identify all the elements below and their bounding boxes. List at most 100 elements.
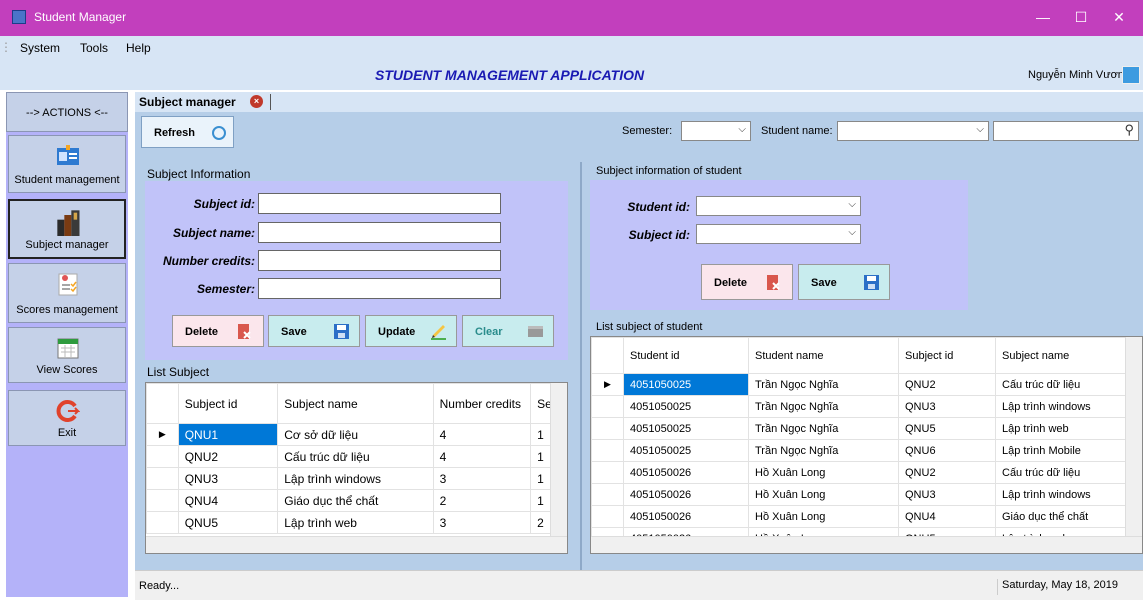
save-subject-button[interactable]: Save — [268, 315, 360, 347]
table-cell[interactable]: Trần Ngọc Nghĩa — [748, 395, 899, 418]
table-row[interactable]: QNU4 Giáo dục thể chất 2 1 — [146, 489, 567, 512]
splitter[interactable] — [580, 162, 582, 570]
table-row[interactable]: 4051050025 Trần Ngọc Nghĩa QNU6 Lập trìn… — [591, 439, 1126, 462]
table-cell[interactable]: QNU1 — [177, 423, 279, 446]
table-row[interactable]: ▶ QNU1 Cơ sở dữ liệu 4 1 — [146, 423, 567, 446]
update-subject-button[interactable]: Update — [365, 315, 457, 347]
semester-input[interactable] — [258, 278, 501, 299]
student-subject-grid[interactable]: Student id Student name Subject id Subje… — [590, 336, 1143, 554]
table-cell[interactable]: 4051050025 — [623, 373, 749, 396]
table-row[interactable]: ▶ 4051050025 Trần Ngọc Nghĩa QNU2 Cấu tr… — [591, 373, 1126, 396]
table-cell[interactable]: 4051050025 — [623, 395, 749, 418]
table-cell[interactable]: Cấu trúc dữ liệu — [995, 373, 1126, 396]
table-cell[interactable]: 4051050025 — [623, 439, 749, 462]
table-cell[interactable]: Cấu trúc dữ liệu — [277, 445, 434, 468]
subject-id-input[interactable] — [258, 193, 501, 214]
table-cell[interactable]: QNU5 — [177, 511, 279, 534]
table-cell[interactable]: QNU4 — [177, 489, 279, 512]
table-cell[interactable]: QNU2 — [898, 373, 996, 396]
table-cell[interactable]: Lập trình windows — [277, 467, 434, 490]
table-row[interactable]: QNU5 Lập trình web 3 2 — [146, 511, 567, 534]
subject-grid[interactable]: Subject id Subject name Number credits S… — [145, 382, 568, 554]
table-cell[interactable]: QNU2 — [898, 461, 996, 484]
horizontal-scrollbar[interactable] — [591, 536, 1142, 553]
sidebar-item-exit[interactable]: Exit — [8, 390, 126, 446]
column-header[interactable]: Subject id — [177, 383, 279, 424]
table-cell[interactable]: Hồ Xuân Long — [748, 483, 899, 506]
table-cell[interactable]: Lập trình windows — [995, 395, 1126, 418]
menu-system[interactable]: System — [20, 41, 60, 55]
subject-id-select[interactable]: ⌵ — [696, 224, 861, 244]
column-header[interactable]: Number credits — [432, 383, 532, 424]
tab-subject-manager[interactable]: Subject manager — [135, 92, 240, 112]
close-button[interactable]: ✕ — [1102, 0, 1136, 36]
delete-subject-button[interactable]: Delete — [172, 315, 264, 347]
sidebar-item-subject-manager[interactable]: Subject manager — [8, 199, 126, 259]
table-cell[interactable]: Lập trình web — [277, 511, 434, 534]
table-cell[interactable]: QNU5 — [898, 417, 996, 440]
column-header[interactable]: Student id — [623, 337, 749, 374]
student-id-select[interactable]: ⌵ — [696, 196, 861, 216]
subject-name-input[interactable] — [258, 222, 501, 243]
semester-label: Semester: — [196, 282, 255, 296]
maximize-button[interactable]: ☐ — [1064, 0, 1098, 36]
table-cell[interactable]: 2 — [432, 489, 532, 512]
sidebar-item-view-scores[interactable]: View Scores — [8, 327, 126, 383]
table-cell[interactable]: 4051050026 — [623, 505, 749, 528]
table-row[interactable]: 4051050026 Hồ Xuân Long QNU4 Giáo dục th… — [591, 505, 1126, 528]
sidebar-item-scores-management[interactable]: Scores management — [8, 263, 126, 323]
refresh-button[interactable]: Refresh — [141, 116, 234, 148]
table-cell[interactable]: 3 — [432, 467, 532, 490]
table-cell[interactable]: Giáo dục thể chất — [995, 505, 1126, 528]
table-cell[interactable]: Lập trình Mobile — [995, 439, 1126, 462]
table-row[interactable]: QNU2 Cấu trúc dữ liệu 4 1 — [146, 445, 567, 468]
table-cell[interactable]: 3 — [432, 511, 532, 534]
close-tab-icon[interactable]: × — [250, 95, 263, 108]
table-cell[interactable]: 4 — [432, 445, 532, 468]
table-cell[interactable]: QNU3 — [898, 395, 996, 418]
table-cell[interactable]: QNU3 — [898, 483, 996, 506]
delete-student-subject-button[interactable]: Delete — [701, 264, 793, 300]
table-cell[interactable]: Lập trình windows — [995, 483, 1126, 506]
table-cell[interactable]: QNU6 — [898, 439, 996, 462]
table-cell[interactable]: 4 — [432, 423, 532, 446]
column-header[interactable]: Subject name — [995, 337, 1126, 374]
table-cell[interactable]: 4051050025 — [623, 417, 749, 440]
table-cell[interactable]: Trần Ngọc Nghĩa — [748, 439, 899, 462]
table-cell[interactable]: 4051050026 — [623, 461, 749, 484]
menu-tools[interactable]: Tools — [80, 41, 108, 55]
column-header[interactable]: Subject id — [898, 337, 996, 374]
column-header[interactable]: Student name — [748, 337, 899, 374]
table-cell[interactable]: QNU3 — [177, 467, 279, 490]
vertical-scrollbar[interactable] — [1125, 337, 1142, 536]
table-row[interactable]: 4051050026 Hồ Xuân Long QNU2 Cấu trúc dữ… — [591, 461, 1126, 484]
table-row[interactable]: 4051050026 Hồ Xuân Long QNU3 Lập trình w… — [591, 483, 1126, 506]
table-cell[interactable]: Hồ Xuân Long — [748, 505, 899, 528]
table-row[interactable]: 4051050025 Trần Ngọc Nghĩa QNU3 Lập trìn… — [591, 395, 1126, 418]
table-cell[interactable]: 4051050026 — [623, 483, 749, 506]
save-student-subject-button[interactable]: Save — [798, 264, 890, 300]
table-cell[interactable]: Trần Ngọc Nghĩa — [748, 373, 899, 396]
table-cell[interactable]: QNU4 — [898, 505, 996, 528]
semester-filter-select[interactable]: ⌵ — [681, 121, 751, 141]
table-cell[interactable]: Giáo dục thể chất — [277, 489, 434, 512]
vertical-scrollbar[interactable] — [550, 383, 567, 536]
table-cell[interactable]: Cấu trúc dữ liệu — [995, 461, 1126, 484]
table-row[interactable]: 4051050025 Trần Ngọc Nghĩa QNU5 Lập trìn… — [591, 417, 1126, 440]
horizontal-scrollbar[interactable] — [146, 536, 567, 553]
column-header[interactable]: Subject name — [277, 383, 434, 424]
table-cell[interactable]: Trần Ngọc Nghĩa — [748, 417, 899, 440]
clear-subject-button[interactable]: Clear — [462, 315, 554, 347]
minimize-button[interactable]: — — [1026, 0, 1060, 36]
sidebar-item-student-management[interactable]: Student management — [8, 135, 126, 193]
table-cell[interactable]: Cơ sở dữ liệu — [277, 423, 434, 446]
menu-help[interactable]: Help — [126, 41, 151, 55]
table-cell[interactable]: Lập trình web — [995, 417, 1126, 440]
table-cell[interactable]: Hồ Xuân Long — [748, 461, 899, 484]
student-name-filter-select[interactable]: ⌵ — [837, 121, 989, 141]
user-icon[interactable] — [1122, 66, 1140, 84]
table-cell[interactable]: QNU2 — [177, 445, 279, 468]
number-credits-input[interactable] — [258, 250, 501, 271]
search-input[interactable]: ⚲ — [993, 121, 1139, 141]
table-row[interactable]: QNU3 Lập trình windows 3 1 — [146, 467, 567, 490]
